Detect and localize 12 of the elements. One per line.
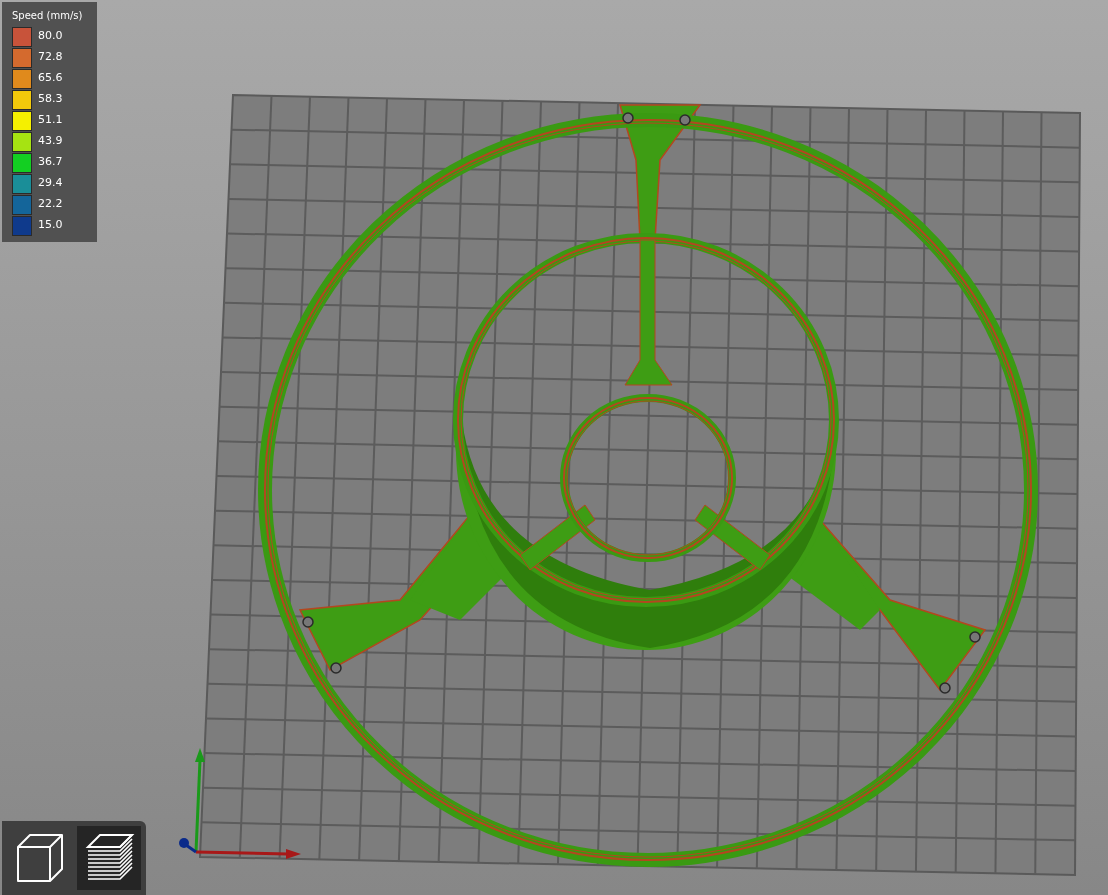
legend-value: 65.6: [38, 70, 63, 87]
legend-value: 58.3: [38, 91, 63, 108]
legend-value: 43.9: [38, 133, 63, 150]
legend-value: 29.4: [38, 175, 63, 192]
legend-value: 36.7: [38, 154, 63, 171]
legend-title: Speed (mm/s): [12, 9, 84, 23]
legend-value: 15.0: [38, 217, 63, 234]
legend-value: 22.2: [38, 196, 63, 213]
layers-view-button[interactable]: [77, 826, 141, 890]
legend-value: 80.0: [38, 28, 63, 45]
legend-value: 72.8: [38, 49, 63, 66]
legend-value: 51.1: [38, 112, 63, 129]
